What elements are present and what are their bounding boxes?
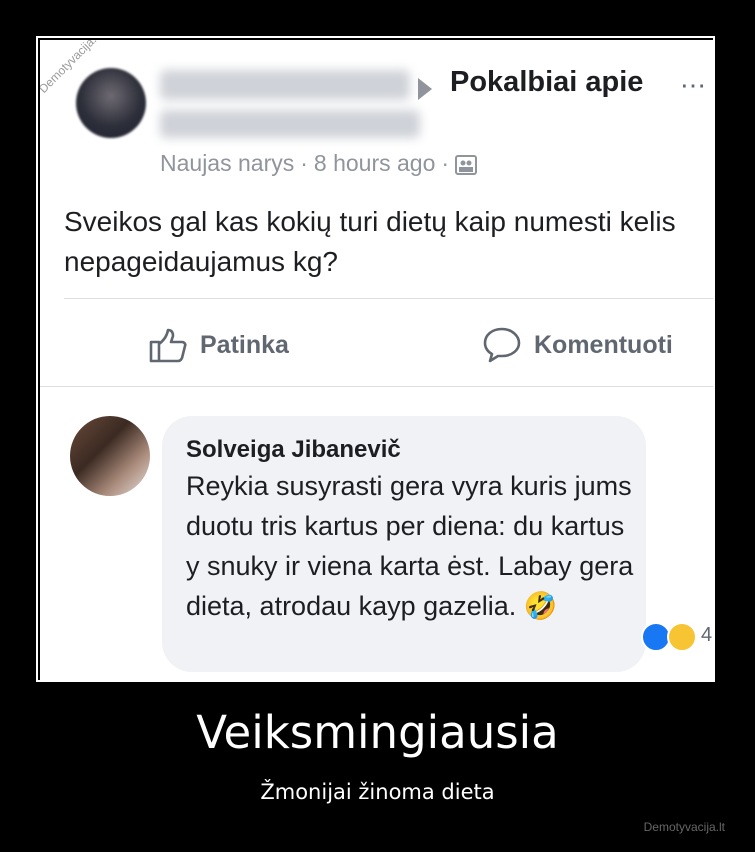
comment-author[interactable]: Solveiga Jibanevič [186, 436, 401, 464]
poster-avatar-blurred[interactable] [76, 68, 146, 138]
group-title[interactable]: Pokalbiai apie [450, 66, 643, 99]
group-name-blurred[interactable] [160, 110, 420, 138]
post-meta: Naujas narys · 8 hours ago · [160, 150, 478, 177]
separator-dot: · [441, 150, 450, 176]
reaction-count: 4 [701, 624, 713, 646]
thumbs-up-icon [149, 328, 187, 363]
haha-reaction-icon [667, 622, 697, 652]
comment-reactions[interactable]: 4 [641, 622, 713, 652]
divider [64, 298, 713, 299]
more-horizontal-icon[interactable]: ⋯ [680, 70, 708, 101]
separator-dot: · [300, 150, 308, 176]
member-badge: Naujas narys [160, 150, 295, 176]
arrow-right-icon [418, 78, 432, 100]
facebook-post-screenshot: Demotyvacija.lt Pokalbiai apie ⋯ Naujas … [40, 40, 713, 680]
post-text: Sveikos gal kas kokių turi dietų kaip nu… [64, 206, 676, 277]
comment-bubble: Solveiga Jibanevič Reykia susyrasti gera… [162, 416, 646, 672]
site-watermark: Demotyvacija.lt [643, 820, 725, 834]
like-button[interactable]: Patinka [148, 326, 289, 364]
post-time[interactable]: 8 hours ago [314, 150, 435, 176]
poster-name-blurred[interactable] [160, 70, 410, 100]
poster-subtitle: Žmonijai žinoma dieta [260, 780, 495, 804]
comment-button[interactable]: Komentuoti [482, 326, 673, 364]
comment-avatar[interactable] [70, 416, 150, 496]
comment-label: Komentuoti [534, 330, 673, 359]
group-privacy-icon [455, 155, 478, 175]
divider [40, 386, 713, 387]
comment-bubble-icon [483, 327, 521, 363]
poster-title: Veiksmingiausia [196, 706, 559, 759]
comment-text: Reykia susyrasti gera vyra kuris jums du… [186, 471, 634, 621]
like-label: Patinka [200, 330, 289, 359]
